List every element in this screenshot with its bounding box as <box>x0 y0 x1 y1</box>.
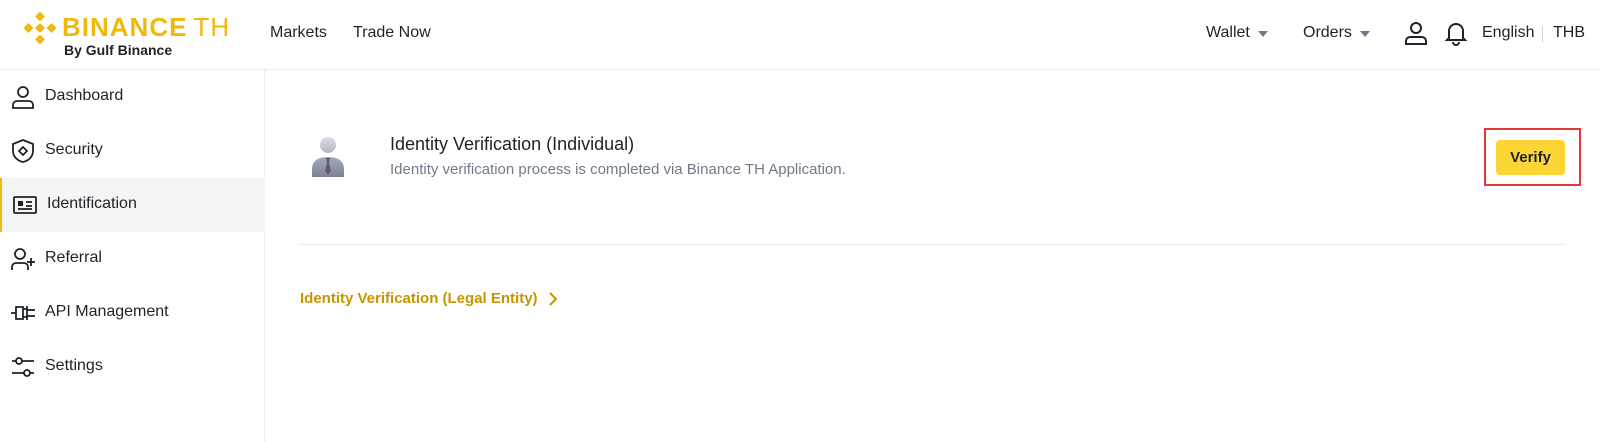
nav-trade-now[interactable]: Trade Now <box>353 24 431 42</box>
sidebar-item-label: Referral <box>45 249 102 266</box>
wallet-label: Wallet <box>1206 24 1250 41</box>
person-avatar-icon <box>312 137 344 177</box>
notification-bell-icon[interactable] <box>1443 20 1469 46</box>
section-divider <box>300 244 1564 245</box>
sidebar-item-label: Identification <box>47 195 137 212</box>
legal-entity-verification-link[interactable]: Identity Verification (Legal Entity) <box>300 290 558 307</box>
sidebar-item-dashboard[interactable]: Dashboard <box>0 70 265 124</box>
orders-dropdown[interactable]: Orders <box>1303 24 1370 42</box>
user-icon <box>12 86 34 109</box>
plug-icon <box>11 306 35 320</box>
nav-markets[interactable]: Markets <box>270 24 327 42</box>
sidebar-item-identification[interactable]: Identification <box>0 178 265 232</box>
caret-down-icon <box>1257 31 1268 37</box>
add-user-icon <box>11 248 35 270</box>
individual-verification-title: Identity Verification (Individual) <box>390 134 635 154</box>
sidebar-item-settings[interactable]: Settings <box>0 340 265 394</box>
caret-down-icon <box>1359 31 1370 37</box>
sidebar-item-api-management[interactable]: API Management <box>0 286 265 340</box>
account-icon[interactable] <box>1403 20 1429 46</box>
sidebar-item-security[interactable]: Security <box>0 124 265 178</box>
sidebar-item-referral[interactable]: Referral <box>0 232 265 286</box>
logo-wordmark: BINANCE TH <box>62 12 230 43</box>
id-card-icon <box>13 196 37 214</box>
sidebar-item-label: Settings <box>45 357 103 374</box>
individual-verification-description: Identity verification process is complet… <box>390 161 846 178</box>
chevron-right-icon <box>548 291 557 306</box>
legal-entity-link-label: Identity Verification (Legal Entity) <box>300 290 538 307</box>
sidebar-item-label: Security <box>45 141 103 158</box>
wallet-dropdown[interactable]: Wallet <box>1206 24 1268 42</box>
binance-logo-icon <box>24 12 56 44</box>
verify-button[interactable]: Verify <box>1496 140 1565 175</box>
logo-subtitle: By Gulf Binance <box>64 42 173 58</box>
logo-suffix-text: TH <box>193 12 231 42</box>
header-divider <box>1542 26 1543 42</box>
logo-main-text: BINANCE <box>62 12 188 42</box>
top-header: BINANCE TH By Gulf Binance Markets Trade … <box>0 0 1600 70</box>
language-selector[interactable]: English <box>1482 24 1534 42</box>
currency-selector[interactable]: THB <box>1553 24 1585 42</box>
main-content: Identity Verification (Individual) Ident… <box>266 70 1600 442</box>
sidebar-item-label: Dashboard <box>45 87 124 104</box>
orders-label: Orders <box>1303 24 1352 41</box>
shield-icon <box>12 139 34 163</box>
binance-th-logo[interactable]: BINANCE TH By Gulf Binance <box>24 10 239 60</box>
sidebar-item-label: API Management <box>45 303 169 320</box>
sidebar: Dashboard Security Identification Referr… <box>0 70 265 442</box>
sliders-icon <box>12 357 34 377</box>
verify-highlight-box: Verify <box>1484 128 1581 186</box>
